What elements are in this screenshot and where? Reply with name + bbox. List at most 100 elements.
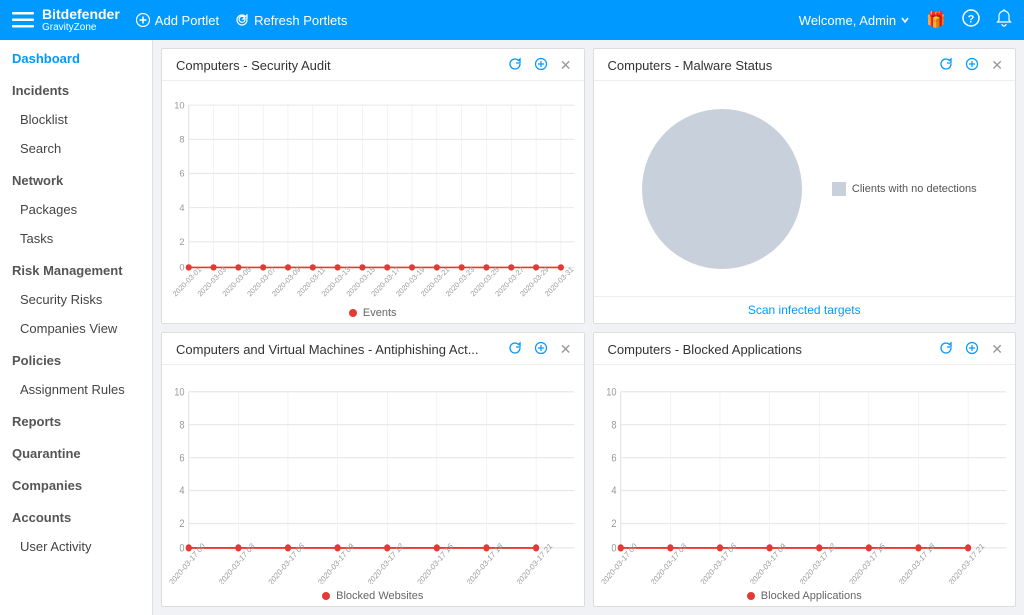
edit-malware-button[interactable] [963, 57, 981, 74]
blocked-apps-legend: Blocked Applications [594, 588, 1016, 606]
refresh-icon [939, 57, 953, 71]
sidebar-item-assignment-rules[interactable]: Assignment Rules [0, 375, 152, 404]
notifications-icon-button[interactable] [996, 9, 1012, 32]
portlet-security-audit: Computers - Security Audit ✕ 10 8 6 [161, 48, 585, 324]
close-malware-button[interactable]: ✕ [989, 57, 1005, 74]
add-icon [136, 13, 150, 27]
svg-text:4: 4 [179, 485, 184, 497]
svg-text:10: 10 [174, 100, 184, 111]
main-layout: Dashboard Incidents Blocklist Search Net… [0, 40, 1024, 615]
sidebar-item-risk-management[interactable]: Risk Management [0, 253, 152, 285]
portlet-header-malware: Computers - Malware Status ✕ [594, 49, 1016, 81]
sidebar-item-policies[interactable]: Policies [0, 343, 152, 375]
svg-text:6: 6 [611, 452, 616, 464]
portlet-body-blocked-apps: 10 8 6 4 2 0 [594, 365, 1016, 589]
menu-icon[interactable] [12, 9, 34, 31]
portlet-body-security-audit: 10 8 6 4 2 0 [162, 81, 584, 305]
legend-dot [349, 309, 357, 317]
sidebar-item-accounts[interactable]: Accounts [0, 500, 152, 532]
gift-icon-button[interactable]: 🎁 [926, 10, 946, 30]
edit-icon [965, 341, 979, 355]
legend-color-no-detections [832, 182, 846, 196]
svg-text:?: ? [968, 13, 975, 25]
brand-sub: GravityZone [42, 22, 120, 33]
brand-title: Bitdefender [42, 7, 120, 22]
svg-text:6: 6 [179, 169, 184, 180]
sidebar-item-user-activity[interactable]: User Activity [0, 532, 152, 561]
svg-text:0: 0 [611, 542, 616, 554]
refresh-portlets-button[interactable]: Refresh Portlets [235, 13, 347, 28]
svg-text:0: 0 [179, 262, 184, 273]
svg-text:2: 2 [179, 518, 184, 530]
sidebar-item-tasks[interactable]: Tasks [0, 224, 152, 253]
portlet-header-blocked-apps: Computers - Blocked Applications ✕ [594, 333, 1016, 365]
help-icon: ? [962, 9, 980, 27]
sidebar-item-reports[interactable]: Reports [0, 404, 152, 436]
svg-text:8: 8 [179, 134, 184, 145]
svg-text:2: 2 [611, 518, 616, 530]
legend-dot [322, 592, 330, 600]
sidebar-item-companies-view[interactable]: Companies View [0, 314, 152, 343]
svg-text:10: 10 [606, 386, 617, 398]
svg-text:8: 8 [179, 419, 184, 431]
refresh-icon [235, 13, 249, 27]
pie-legend-item: Clients with no detections [832, 182, 977, 196]
close-security-audit-button[interactable]: ✕ [558, 57, 574, 74]
refresh-malware-button[interactable] [937, 57, 955, 74]
add-portlet-button[interactable]: Add Portlet [136, 13, 219, 28]
svg-text:4: 4 [179, 203, 184, 214]
sidebar-item-blocklist[interactable]: Blocklist [0, 105, 152, 134]
edit-blocked-apps-button[interactable] [963, 341, 981, 358]
topnav-actions: Add Portlet Refresh Portlets [136, 13, 783, 28]
svg-text:6: 6 [179, 452, 184, 464]
portlet-body-antiphishing: 10 8 6 4 2 0 [162, 365, 584, 589]
edit-security-audit-button[interactable] [532, 57, 550, 74]
security-audit-chart: 10 8 6 4 2 0 [166, 87, 580, 301]
scan-infected-targets-link[interactable]: Scan infected targets [594, 296, 1016, 323]
edit-antiphishing-button[interactable] [532, 341, 550, 358]
blocked-apps-chart: 10 8 6 4 2 0 [598, 371, 1012, 585]
portlet-blocked-apps: Computers - Blocked Applications ✕ 10 8 … [593, 332, 1017, 608]
edit-icon [965, 57, 979, 71]
welcome-text: Welcome, Admin [799, 13, 910, 28]
refresh-security-audit-button[interactable] [506, 57, 524, 74]
sidebar-item-packages[interactable]: Packages [0, 195, 152, 224]
antiphishing-legend: Blocked Websites [162, 588, 584, 606]
sidebar-item-dashboard[interactable]: Dashboard [0, 44, 152, 73]
edit-icon [534, 57, 548, 71]
portlet-antiphishing: Computers and Virtual Machines - Antiphi… [161, 332, 585, 608]
portlet-body-malware: Clients with no detections [594, 81, 1016, 296]
svg-text:0: 0 [179, 542, 184, 554]
chevron-down-icon [900, 15, 910, 25]
svg-text:4: 4 [611, 485, 616, 497]
close-blocked-apps-button[interactable]: ✕ [989, 341, 1005, 358]
svg-text:10: 10 [174, 386, 185, 398]
portlet-header-antiphishing: Computers and Virtual Machines - Antiphi… [162, 333, 584, 365]
sidebar-item-security-risks[interactable]: Security Risks [0, 285, 152, 314]
sidebar: Dashboard Incidents Blocklist Search Net… [0, 40, 153, 615]
help-icon-button[interactable]: ? [962, 9, 980, 32]
refresh-icon [508, 57, 522, 71]
portlet-title-blocked-apps: Computers - Blocked Applications [608, 342, 938, 357]
topnav: Bitdefender GravityZone Add Portlet Refr… [0, 0, 1024, 40]
close-antiphishing-button[interactable]: ✕ [558, 341, 574, 358]
brand: Bitdefender GravityZone [12, 7, 120, 33]
refresh-icon [939, 341, 953, 355]
legend-dot [747, 592, 755, 600]
pie-legend: Clients with no detections [832, 182, 977, 196]
antiphishing-chart: 10 8 6 4 2 0 [166, 371, 580, 585]
sidebar-item-companies[interactable]: Companies [0, 468, 152, 500]
refresh-antiphishing-button[interactable] [506, 341, 524, 358]
sidebar-item-incidents[interactable]: Incidents [0, 73, 152, 105]
refresh-blocked-apps-button[interactable] [937, 341, 955, 358]
topnav-right: Welcome, Admin 🎁 ? [799, 9, 1012, 32]
svg-text:2: 2 [179, 237, 184, 248]
portlet-title-antiphishing: Computers and Virtual Machines - Antiphi… [176, 342, 506, 357]
portlet-header-security-audit: Computers - Security Audit ✕ [162, 49, 584, 81]
security-audit-legend: Events [162, 305, 584, 323]
malware-pie-chart [632, 99, 812, 279]
sidebar-item-quarantine[interactable]: Quarantine [0, 436, 152, 468]
sidebar-item-search[interactable]: Search [0, 134, 152, 163]
bell-icon [996, 9, 1012, 27]
sidebar-item-network[interactable]: Network [0, 163, 152, 195]
